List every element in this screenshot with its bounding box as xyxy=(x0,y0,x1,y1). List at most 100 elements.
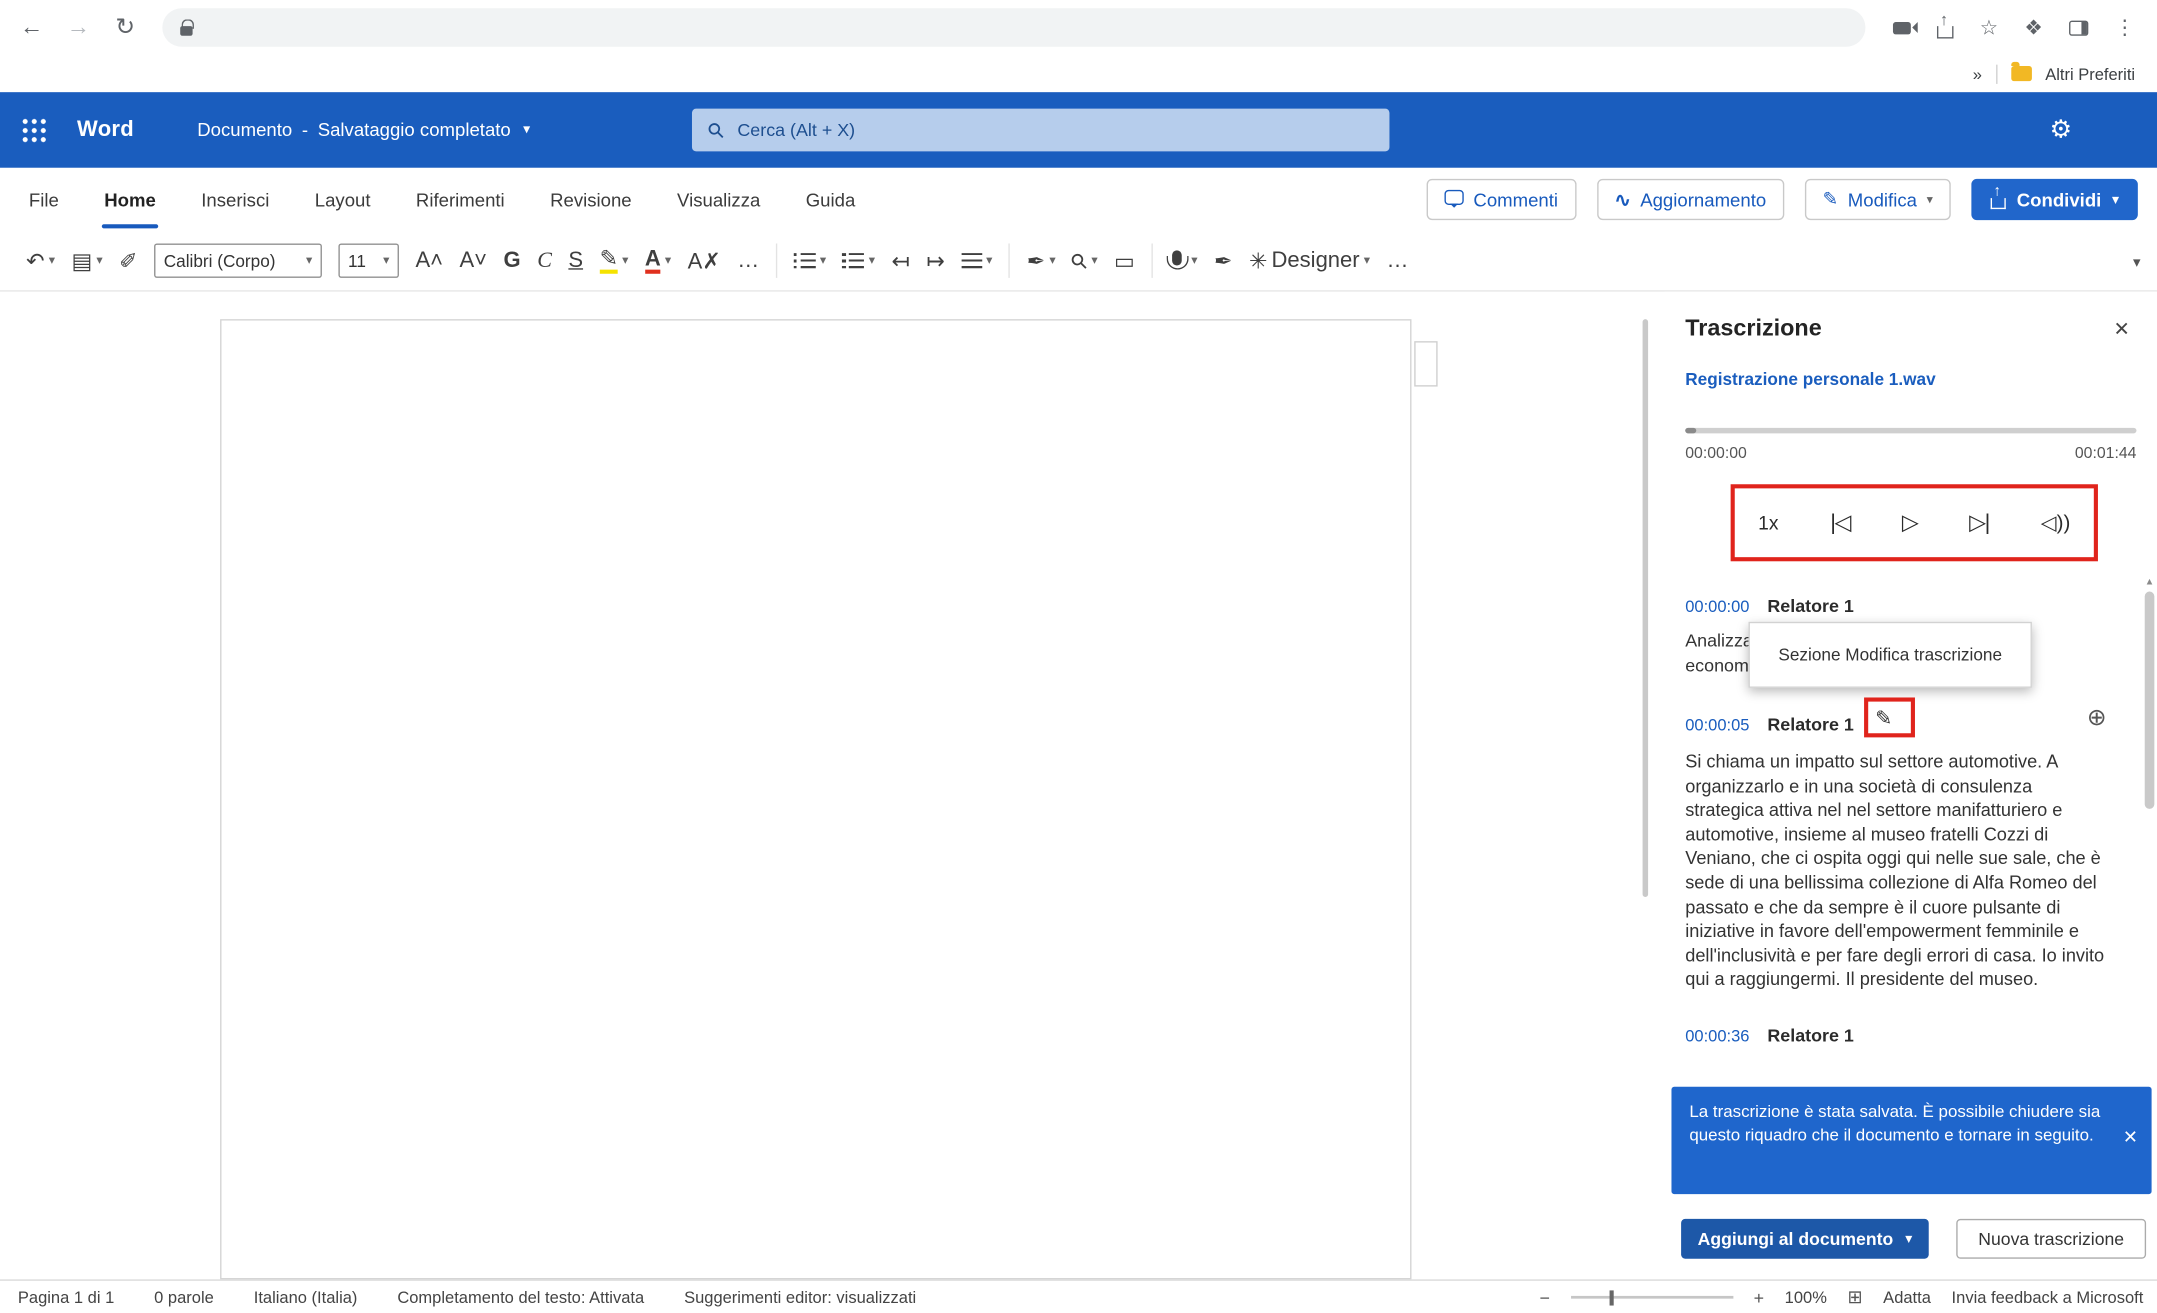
tab-layout[interactable]: Layout xyxy=(315,189,371,210)
panel-scrollbar[interactable] xyxy=(2145,592,2155,809)
add-section-plus-icon[interactable]: ⊕ xyxy=(2087,704,2107,732)
underline-button[interactable]: S xyxy=(568,248,583,273)
more-font-options-button[interactable]: … xyxy=(737,248,759,273)
styles-button[interactable]: ✒▾ xyxy=(1027,247,1056,275)
panel-scroll-up-icon[interactable]: ▲ xyxy=(2145,578,2155,588)
font-color-button[interactable]: A▾ xyxy=(645,248,671,273)
paste-button[interactable]: ▤▾ xyxy=(71,247,102,275)
tab-file[interactable]: File xyxy=(29,189,59,210)
chevron-down-icon[interactable]: ▾ xyxy=(523,122,530,137)
toolbar-divider xyxy=(1151,243,1152,277)
entry-text[interactable]: Si chiama un impatto sul settore automot… xyxy=(1685,750,2109,992)
entry-timestamp[interactable]: 00:00:05 xyxy=(1685,715,1749,734)
text-completion-status[interactable]: Completamento del testo: Attivata xyxy=(397,1288,644,1307)
folder-icon xyxy=(2011,66,2032,81)
status-bar: Pagina 1 di 1 0 parole Italiano (Italia)… xyxy=(0,1279,2157,1313)
transcript-entry[interactable]: 00:00:36 Relatore 1 xyxy=(1685,1025,1854,1046)
transcript-entry[interactable]: 00:00:05 Relatore 1 xyxy=(1685,714,1854,735)
skip-forward-icon[interactable]: ▷| xyxy=(1969,509,1989,537)
audio-progress-slider[interactable] xyxy=(1685,428,2136,434)
entry-timestamp[interactable]: 00:00:36 xyxy=(1685,1026,1749,1045)
bold-button[interactable]: G xyxy=(504,248,521,273)
play-icon[interactable]: ▷ xyxy=(1902,509,1918,537)
updates-button[interactable]: ∿ Aggiornamento xyxy=(1597,179,1785,220)
zoom-slider-thumb[interactable] xyxy=(1609,1290,1613,1305)
font-size-select[interactable]: 11 ▾ xyxy=(338,243,399,277)
comment-margin-box[interactable] xyxy=(1414,341,1437,386)
edit-transcript-pencil-icon[interactable]: ✎ xyxy=(1875,706,1892,731)
clear-formatting-button[interactable]: A✗ xyxy=(688,247,721,275)
document-title[interactable]: Documento - Salvataggio completato ▾ xyxy=(197,120,530,141)
increase-indent-button[interactable]: ↦ xyxy=(926,247,944,275)
back-icon[interactable]: ← xyxy=(8,14,55,42)
share-icon[interactable] xyxy=(1937,25,1954,37)
skip-back-icon[interactable]: |◁ xyxy=(1830,509,1850,537)
close-panel-icon[interactable]: ✕ xyxy=(2113,318,2129,341)
zoom-out-icon[interactable]: − xyxy=(1540,1287,1550,1308)
tab-visualizza[interactable]: Visualizza xyxy=(677,189,760,210)
numbered-list-button[interactable]: ▾ xyxy=(843,253,875,268)
camera-icon[interactable] xyxy=(1893,21,1911,33)
tab-revisione[interactable]: Revisione xyxy=(550,189,632,210)
audio-file-link[interactable]: Registrazione personale 1.wav xyxy=(1685,370,1935,389)
transcript-entry[interactable]: 00:00:00 Relatore 1 xyxy=(1685,596,1854,617)
bookmarks-overflow-button[interactable]: » xyxy=(1973,64,1982,83)
zoom-in-icon[interactable]: + xyxy=(1754,1287,1764,1308)
zoom-level[interactable]: 100% xyxy=(1785,1288,1827,1307)
bookmark-star-icon[interactable]: ☆ xyxy=(1980,15,1999,40)
word-count[interactable]: 0 parole xyxy=(154,1288,214,1307)
tab-guida[interactable]: Guida xyxy=(806,189,856,210)
feedback-link[interactable]: Invia feedback a Microsoft xyxy=(1952,1288,2144,1307)
audio-times: 00:00:00 00:01:44 xyxy=(1685,446,2136,463)
tab-inserisci[interactable]: Inserisci xyxy=(201,189,269,210)
other-bookmarks-label[interactable]: Altri Preferiti xyxy=(2045,64,2135,83)
designer-button[interactable]: ✳Designer▾ xyxy=(1249,247,1370,275)
entry-timestamp[interactable]: 00:00:00 xyxy=(1685,597,1749,616)
grow-font-button[interactable]: A˄ xyxy=(415,248,443,273)
new-transcription-button[interactable]: Nuova trascrizione xyxy=(1956,1219,2146,1259)
search-input[interactable] xyxy=(737,120,1373,141)
tab-home[interactable]: Home xyxy=(104,189,156,210)
volume-icon[interactable]: ◁)) xyxy=(2041,510,2071,535)
bullet-list-button[interactable]: ▾ xyxy=(794,253,826,268)
forward-icon[interactable]: → xyxy=(55,14,102,42)
extensions-icon[interactable]: ❖ xyxy=(2024,15,2043,40)
language-status[interactable]: Italiano (Italia) xyxy=(254,1288,358,1307)
zoom-slider[interactable] xyxy=(1571,1296,1733,1299)
immersive-reader-button[interactable]: ▭ xyxy=(1114,247,1135,275)
editor-suggestions-status[interactable]: Suggerimenti editor: visualizzati xyxy=(684,1288,916,1307)
settings-gear-icon[interactable]: ⚙ xyxy=(2050,116,2072,145)
slider-thumb[interactable] xyxy=(1685,428,1696,434)
find-button[interactable]: ⚲▾ xyxy=(1072,248,1097,273)
browser-menu-icon[interactable]: ⋮ xyxy=(2114,15,2135,40)
tab-riferimenti[interactable]: Riferimenti xyxy=(416,189,505,210)
app-launcher-icon[interactable] xyxy=(21,116,49,144)
alignment-button[interactable]: ▾ xyxy=(961,253,992,268)
fit-page-icon[interactable]: ⊞ xyxy=(1848,1286,1863,1308)
document-scrollbar[interactable] xyxy=(1643,319,1649,897)
add-to-document-button[interactable]: Aggiungi al documento ▾ xyxy=(1681,1219,1928,1259)
playback-speed-button[interactable]: 1x xyxy=(1758,512,1778,534)
page-count[interactable]: Pagina 1 di 1 xyxy=(18,1288,114,1307)
notification-close-icon[interactable]: ✕ xyxy=(2123,1127,2138,1149)
undo-button[interactable]: ↶▾ xyxy=(26,247,55,275)
highlight-button[interactable]: ✎▾ xyxy=(600,248,629,273)
collapse-ribbon-icon[interactable]: ▾ xyxy=(2133,253,2141,271)
reload-icon[interactable]: ↻ xyxy=(102,14,149,42)
address-bar[interactable] xyxy=(162,8,1865,47)
fit-page-label[interactable]: Adatta xyxy=(1883,1288,1931,1307)
search-box[interactable]: ⚲ xyxy=(692,109,1389,152)
dictate-button[interactable]: ▾ xyxy=(1169,250,1197,271)
share-document-button[interactable]: Condividi ▾ xyxy=(1971,179,2138,220)
comments-button[interactable]: Commenti xyxy=(1427,179,1576,220)
shrink-font-button[interactable]: A˅ xyxy=(460,248,488,273)
document-page[interactable] xyxy=(220,319,1411,1279)
font-name-select[interactable]: Calibri (Corpo) ▾ xyxy=(154,243,322,277)
more-commands-button[interactable]: … xyxy=(1386,248,1408,273)
italic-button[interactable]: C xyxy=(537,248,552,273)
side-panel-icon[interactable] xyxy=(2069,20,2088,35)
format-painter-button[interactable]: ✐ xyxy=(119,247,137,275)
editing-mode-button[interactable]: ✎ Modifica ▾ xyxy=(1805,179,1951,220)
decrease-indent-button[interactable]: ↤ xyxy=(891,247,909,275)
editor-button[interactable]: ✒ xyxy=(1214,247,1232,275)
